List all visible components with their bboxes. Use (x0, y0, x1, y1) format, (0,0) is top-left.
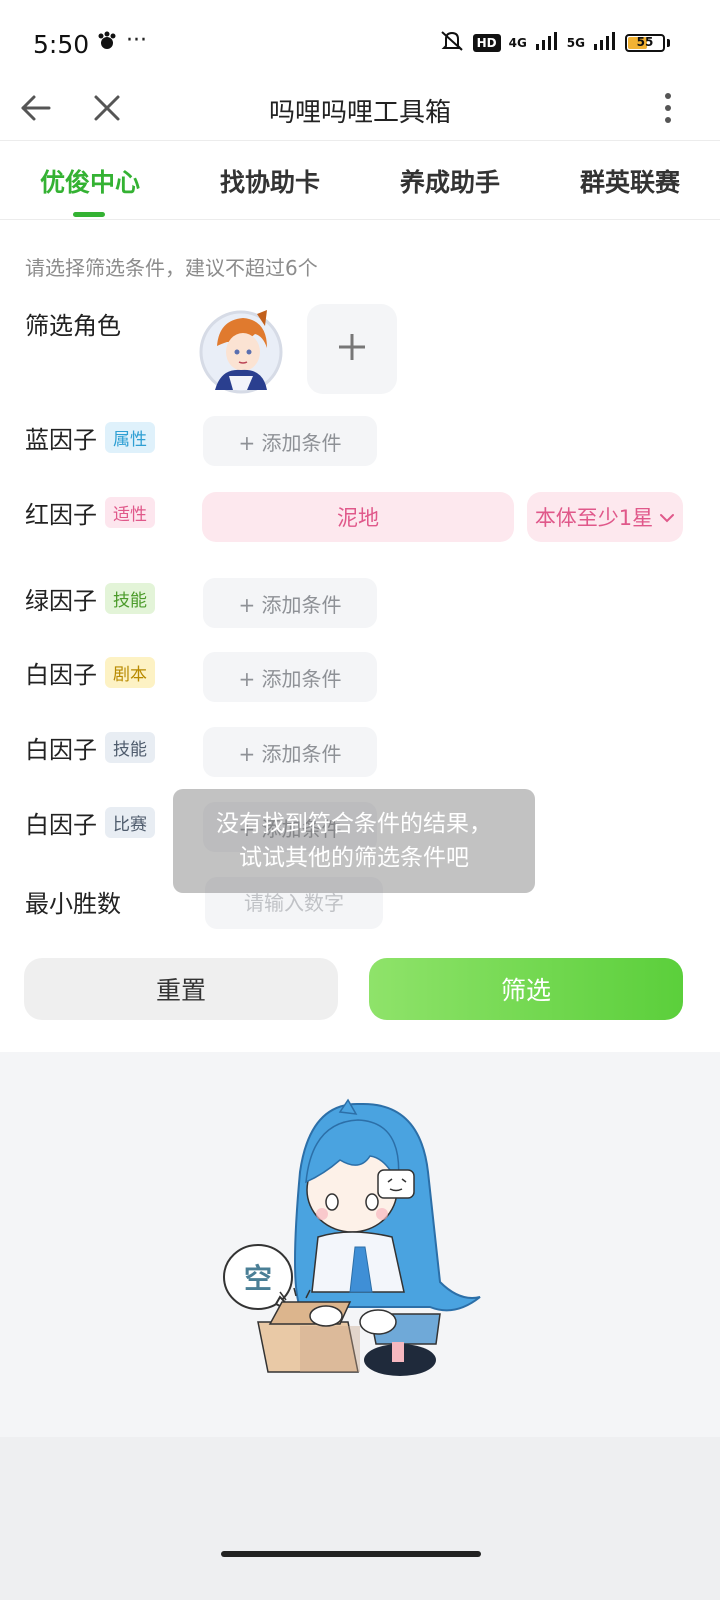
script-tag: 剧本 (105, 657, 155, 688)
network-4g: 4G (508, 36, 527, 50)
white-race-label: 白因子 (25, 811, 97, 839)
status-time: 5:50 (33, 30, 90, 59)
more-menu-button[interactable] (646, 88, 690, 132)
status-bar: 5:50 ··· HD 4G 5G 55 (0, 0, 720, 80)
no-result-toast: 没有找到符合条件的结果， 试试其他的筛选条件吧 (173, 789, 535, 893)
white-skill-label: 白因子 (25, 736, 97, 764)
paw-icon (96, 30, 118, 56)
toast-line-1: 没有找到符合条件的结果， (216, 811, 492, 837)
tab-training-helper[interactable]: 养成助手 (360, 141, 540, 219)
white-race-row-label: 白因子 比赛 (25, 805, 155, 840)
blue-add-condition-button[interactable]: + 添加条件 (203, 416, 377, 466)
aptitude-tag: 适性 (105, 497, 155, 528)
green-factor-row-label: 绿因子 技能 (25, 581, 155, 616)
empty-state-illustration: 空 (223, 1098, 481, 1376)
reset-button[interactable]: 重置 (24, 958, 338, 1020)
tab-league[interactable]: 群英联赛 (540, 141, 720, 219)
blue-factor-row-label: 蓝因子 属性 (25, 420, 155, 455)
white-skill-add-condition-button[interactable]: + 添加条件 (203, 727, 377, 777)
more-notifications: ··· (126, 28, 147, 53)
battery-level: 55 (636, 35, 654, 49)
plus-icon (336, 331, 368, 367)
network-5g: 5G (566, 36, 585, 50)
filter-hint: 请选择筛选条件，建议不超过6个 (25, 256, 318, 280)
battery-icon: 55 (625, 34, 665, 52)
page-title: 吗哩吗哩工具箱 (268, 98, 451, 128)
mute-icon (439, 30, 465, 56)
min-wins-row-label: 最小胜数 (25, 884, 121, 919)
white-script-label: 白因子 (25, 661, 97, 689)
battery-tip (667, 39, 670, 47)
hd-badge: HD (472, 34, 501, 52)
toast-line-2: 试试其他的筛选条件吧 (239, 845, 469, 871)
character-avatar[interactable] (197, 306, 285, 394)
app-header: 吗哩吗哩工具箱 (0, 80, 720, 141)
add-character-button[interactable] (307, 304, 397, 394)
signal-icon (593, 32, 617, 54)
character-label: 筛选角色 (25, 312, 121, 340)
character-avatar-image (199, 310, 283, 394)
red-factor-label: 红因子 (25, 501, 97, 529)
character-row-label: 筛选角色 (25, 306, 121, 341)
green-add-condition-button[interactable]: + 添加条件 (203, 578, 377, 628)
filter-button[interactable]: 筛选 (369, 958, 683, 1020)
empty-bubble-text: 空 (244, 1262, 272, 1295)
skill-tag-grey: 技能 (105, 732, 155, 763)
green-factor-label: 绿因子 (25, 587, 97, 615)
min-wins-label: 最小胜数 (25, 890, 121, 918)
tab-bar: 优俊中心 找协助卡 养成助手 群英联赛 (0, 141, 720, 220)
signal-icon (535, 32, 559, 54)
skill-tag-green: 技能 (105, 583, 155, 614)
white-script-add-condition-button[interactable]: + 添加条件 (203, 652, 377, 702)
red-factor-row-label: 红因子 适性 (25, 495, 155, 530)
home-indicator[interactable] (221, 1551, 481, 1557)
tab-support-cards[interactable]: 找协助卡 (180, 141, 360, 219)
red-star-select[interactable]: 本体至少1星 (527, 492, 683, 542)
red-factor-value[interactable]: 泥地 (202, 492, 514, 542)
attribute-tag: 属性 (105, 422, 155, 453)
chevron-down-icon (659, 505, 675, 529)
white-script-row-label: 白因子 剧本 (25, 655, 155, 690)
tab-active-indicator (73, 212, 105, 217)
race-tag: 比赛 (105, 807, 155, 838)
empty-state-area: 空 (0, 1052, 720, 1437)
red-star-select-label: 本体至少1星 (534, 506, 654, 530)
tab-uma-center[interactable]: 优俊中心 (0, 141, 180, 219)
more-vertical-icon (664, 93, 672, 127)
white-skill-row-label: 白因子 技能 (25, 730, 155, 765)
status-icons: HD 4G 5G 55 (439, 30, 670, 56)
bottom-area (0, 1437, 720, 1600)
blue-factor-label: 蓝因子 (25, 426, 97, 454)
